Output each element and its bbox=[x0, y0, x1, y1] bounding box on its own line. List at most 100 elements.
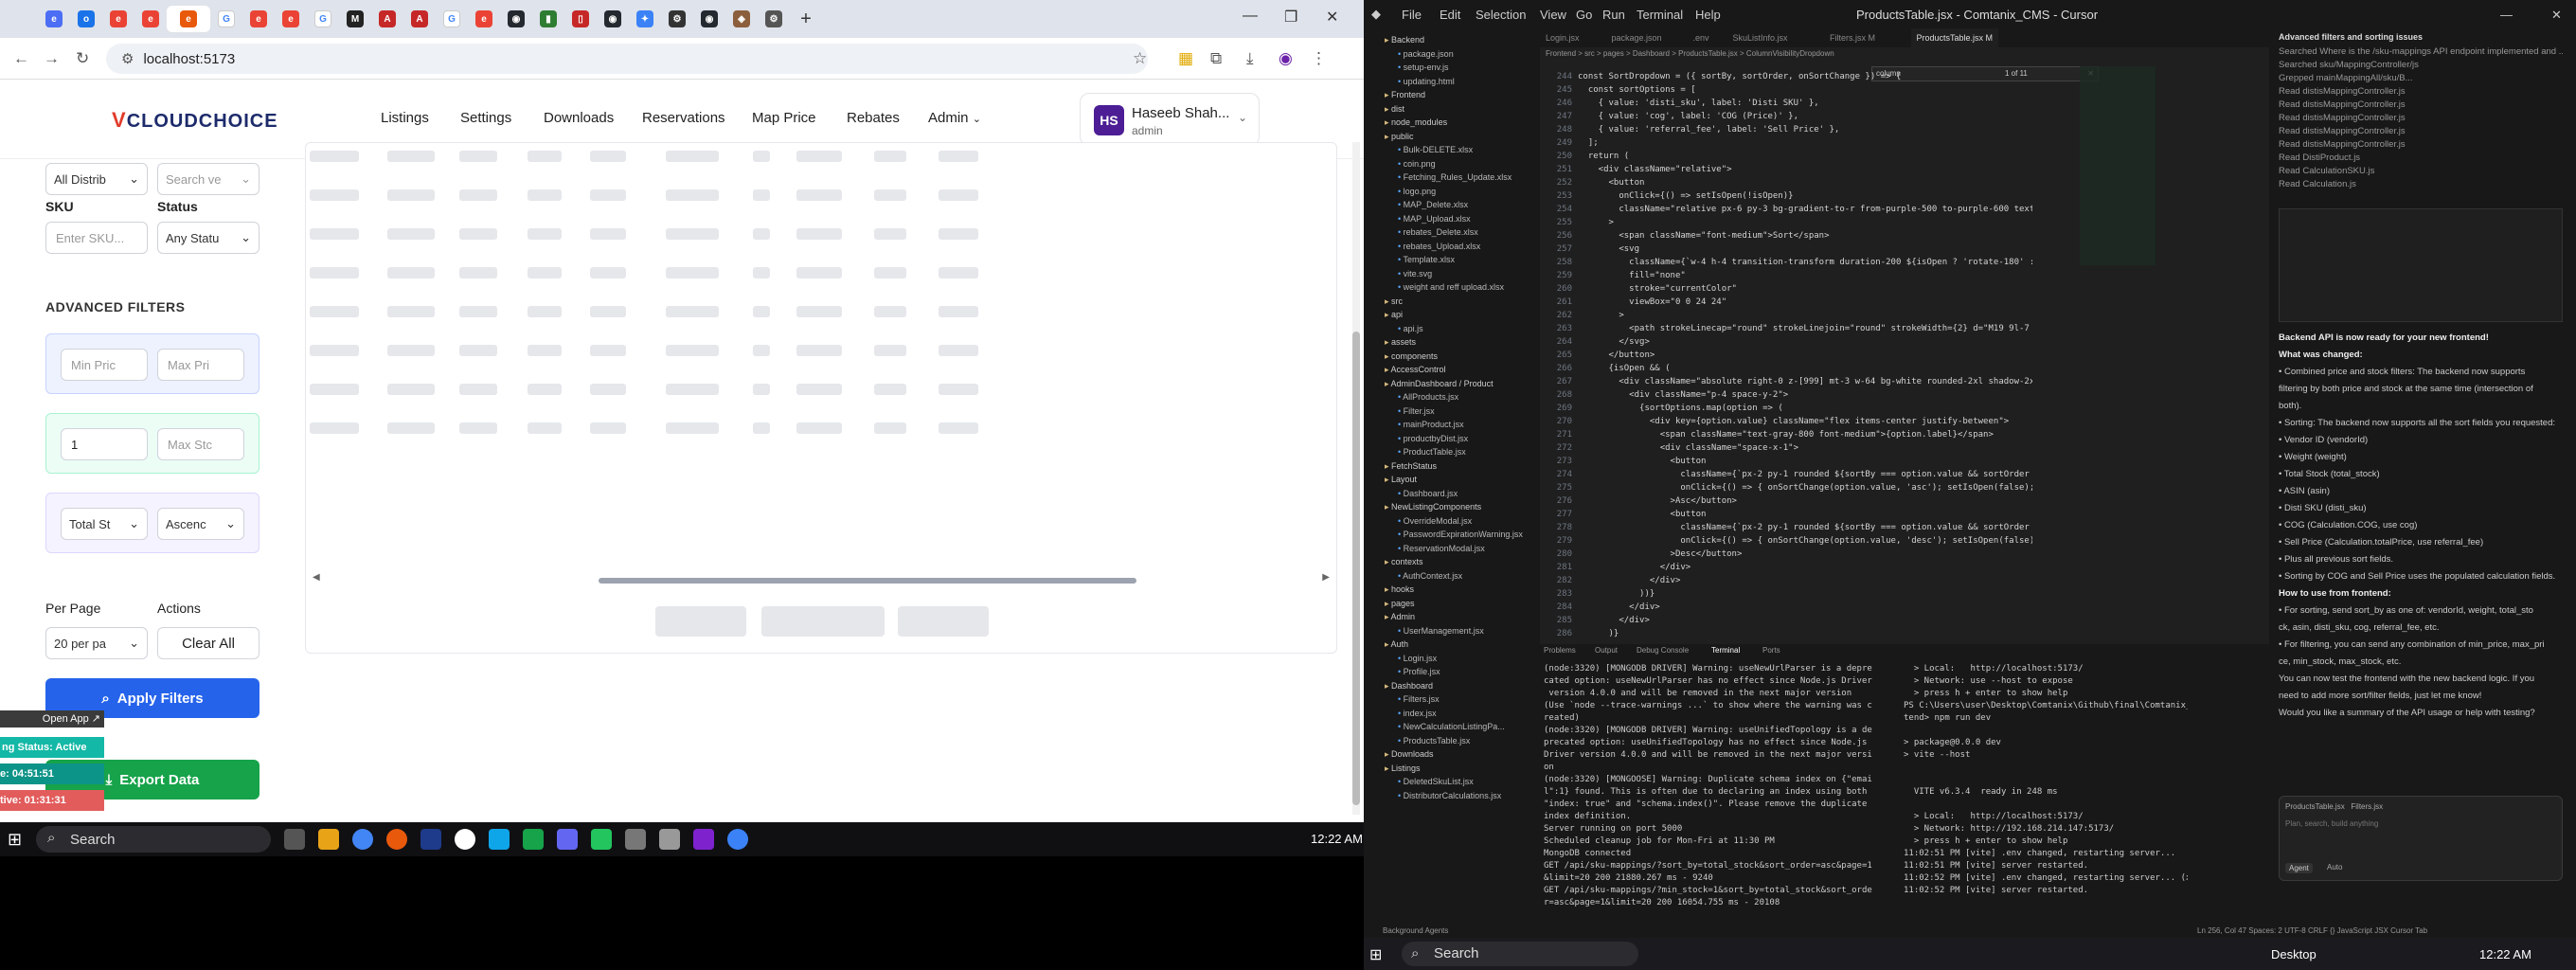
sort-order-select[interactable]: Ascenc ⌄ bbox=[157, 508, 244, 540]
minimap[interactable] bbox=[2080, 66, 2156, 265]
tab-17[interactable]: ▯ bbox=[564, 6, 597, 32]
tab-8[interactable]: e bbox=[275, 6, 307, 32]
tab-3[interactable]: e bbox=[102, 6, 134, 32]
folder-item[interactable]: ▸ contexts bbox=[1379, 556, 1540, 567]
app-icon[interactable] bbox=[420, 829, 441, 850]
status-left[interactable]: Background Agents bbox=[1383, 926, 1448, 935]
file-item[interactable]: • Filters.jsx bbox=[1379, 693, 1540, 705]
nav-downloads[interactable]: Downloads bbox=[544, 110, 614, 126]
ai-tool-call[interactable]: Read distisMappingController.js bbox=[2279, 138, 2563, 151]
folder-item[interactable]: ▸ components bbox=[1379, 350, 1540, 362]
clear-all-button[interactable]: Clear All bbox=[157, 627, 259, 659]
min-stock-input[interactable]: 1 bbox=[61, 428, 148, 460]
attached-file[interactable]: Filters.jsx bbox=[2351, 802, 2383, 811]
file-item[interactable]: • Dashboard.jsx bbox=[1379, 488, 1540, 499]
scroll-thumb[interactable] bbox=[599, 578, 1136, 584]
model-select[interactable]: Auto bbox=[2327, 863, 2342, 871]
ai-tool-call[interactable]: Read distisMappingController.js bbox=[2279, 125, 2563, 137]
tab-22[interactable]: ◈ bbox=[725, 6, 758, 32]
tab-1[interactable]: e bbox=[38, 6, 70, 32]
folder-item[interactable]: ▸ Layout bbox=[1379, 474, 1540, 485]
min-price-input[interactable]: Min Pric bbox=[61, 349, 148, 381]
folder-item[interactable]: ▸ AccessControl bbox=[1379, 364, 1540, 375]
file-item[interactable]: • setup-env.js bbox=[1379, 62, 1540, 73]
folder-item[interactable]: ▸ Listings bbox=[1379, 763, 1540, 774]
file-item[interactable]: • index.jsx bbox=[1379, 708, 1540, 719]
ai-tool-call[interactable]: Read distisMappingController.js bbox=[2279, 85, 2563, 98]
tab-14[interactable]: e bbox=[468, 6, 500, 32]
folder-item[interactable]: ▸ FetchStatus bbox=[1379, 460, 1540, 472]
tab-11[interactable]: A bbox=[371, 6, 403, 32]
file-item[interactable]: • NewCalculationListingPa... bbox=[1379, 721, 1540, 732]
logo[interactable]: VCLOUDCHOICE bbox=[112, 108, 278, 133]
ai-tool-call[interactable]: Searched sku/MappingController/js bbox=[2279, 59, 2563, 71]
folder-item[interactable]: ▸ Dashboard bbox=[1379, 680, 1540, 692]
menu-selection[interactable]: Selection bbox=[1476, 8, 1526, 22]
file-item[interactable]: • coin.png bbox=[1379, 158, 1540, 170]
back-icon[interactable]: ← bbox=[13, 49, 29, 68]
file-item[interactable]: • vite.svg bbox=[1379, 268, 1540, 279]
folder-item[interactable]: ▸ Backend bbox=[1379, 34, 1540, 45]
tab-18[interactable]: ◉ bbox=[597, 6, 629, 32]
tab-2[interactable]: o bbox=[70, 6, 102, 32]
tab-23[interactable]: ⚙ bbox=[758, 6, 790, 32]
reload-icon[interactable]: ↻ bbox=[76, 49, 89, 68]
terminal-tab[interactable]: Terminal bbox=[1711, 646, 1740, 655]
folder-item[interactable]: ▸ Downloads bbox=[1379, 748, 1540, 760]
editor-tab[interactable]: package.json bbox=[1606, 28, 1668, 47]
folder-item[interactable]: ▸ public bbox=[1379, 131, 1540, 142]
desktop-label[interactable]: Desktop bbox=[2271, 947, 2317, 961]
file-item[interactable]: • rebates_Upload.xlsx bbox=[1379, 241, 1540, 252]
pagination-prev[interactable] bbox=[655, 606, 746, 637]
file-item[interactable]: • Login.jsx bbox=[1379, 653, 1540, 664]
nav-settings[interactable]: Settings bbox=[460, 110, 511, 126]
page-scrollbar[interactable] bbox=[1352, 142, 1360, 815]
task-view-icon[interactable] bbox=[284, 829, 305, 850]
terminal-tab[interactable]: Problems bbox=[1544, 646, 1576, 655]
tab-21[interactable]: ◉ bbox=[693, 6, 725, 32]
terminal-tab[interactable]: Output bbox=[1595, 646, 1618, 655]
tab-6[interactable]: G bbox=[210, 6, 242, 32]
chrome-icon[interactable] bbox=[352, 829, 373, 850]
file-item[interactable]: • AuthContext.jsx bbox=[1379, 570, 1540, 582]
ai-tool-call[interactable]: Read distisMappingController.js bbox=[2279, 99, 2563, 111]
forward-icon[interactable]: → bbox=[44, 49, 60, 68]
excel-icon[interactable] bbox=[523, 829, 544, 850]
app-icon[interactable] bbox=[557, 829, 578, 850]
file-item[interactable]: • updating.html bbox=[1379, 76, 1540, 87]
status-select[interactable]: Any Statu ⌄ bbox=[157, 222, 259, 254]
horizontal-scrollbar[interactable]: ◀ ▶ bbox=[313, 572, 1330, 585]
file-item[interactable]: • weight and reff upload.xlsx bbox=[1379, 281, 1540, 293]
sort-field-select[interactable]: Total St ⌄ bbox=[61, 508, 148, 540]
file-item[interactable]: • ProductTable.jsx bbox=[1379, 446, 1540, 458]
agent-mode-button[interactable]: Agent bbox=[2285, 863, 2313, 873]
tab-4[interactable]: e bbox=[134, 6, 167, 32]
menu-help[interactable]: Help bbox=[1695, 8, 1721, 22]
address-bar[interactable]: ⚙ localhost:5173 bbox=[106, 44, 1148, 74]
max-price-input[interactable]: Max Pri bbox=[157, 349, 244, 381]
app-icon[interactable] bbox=[489, 829, 510, 850]
windows-start-icon[interactable]: ⊞ bbox=[1369, 945, 1382, 964]
terminal-tab[interactable]: Debug Console bbox=[1637, 646, 1689, 655]
file-explorer-icon[interactable] bbox=[318, 829, 339, 850]
editor-tab[interactable]: Filters.jsx M bbox=[1824, 28, 1881, 47]
file-item[interactable]: • DistributorCalculations.jsx bbox=[1379, 790, 1540, 801]
tab-12[interactable]: A bbox=[403, 6, 436, 32]
tab-16[interactable]: ▮ bbox=[532, 6, 564, 32]
distributor-select[interactable]: All Distrib ⌄ bbox=[45, 163, 148, 195]
folder-item[interactable]: ▸ hooks bbox=[1379, 584, 1540, 595]
folder-item[interactable]: ▸ src bbox=[1379, 296, 1540, 307]
extension-icon[interactable]: ▦ bbox=[1178, 49, 1193, 68]
app-icon[interactable] bbox=[625, 829, 646, 850]
file-item[interactable]: • MAP_Delete.xlsx bbox=[1379, 199, 1540, 210]
ai-input-box[interactable]: ProductsTable.jsx Filters.jsx Plan, sear… bbox=[2279, 796, 2563, 881]
page-scroll-thumb[interactable] bbox=[1352, 332, 1360, 805]
file-item[interactable]: • ReservationModal.jsx bbox=[1379, 543, 1540, 554]
user-menu[interactable]: HS Haseeb Shah... admin ⌄ bbox=[1080, 93, 1260, 146]
folder-item[interactable]: ▸ AdminDashboard / Product bbox=[1379, 378, 1540, 389]
firefox-icon[interactable] bbox=[386, 829, 407, 850]
tab-15[interactable]: ◉ bbox=[500, 6, 532, 32]
file-item[interactable]: • package.json bbox=[1379, 48, 1540, 60]
code-editor[interactable]: Login.jsx package.json .env SkuListInfo.jsx… bbox=[1540, 28, 2269, 644]
nav-map-price[interactable]: Map Price bbox=[752, 110, 816, 126]
